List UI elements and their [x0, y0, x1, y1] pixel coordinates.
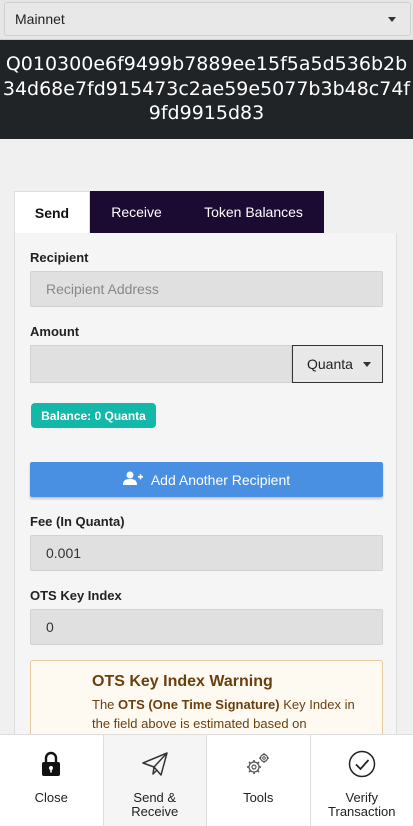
- add-recipient-button[interactable]: Add Another Recipient: [30, 462, 383, 497]
- ots-label: OTS Key Index: [30, 588, 122, 603]
- network-bar: Mainnet: [0, 0, 413, 40]
- gears-icon: [244, 749, 272, 779]
- amount-input[interactable]: [30, 345, 292, 383]
- tab-send[interactable]: Send: [14, 191, 90, 233]
- nav-tools-label: Tools: [243, 790, 274, 805]
- unit-dropdown-label: Quanta: [307, 356, 353, 372]
- ots-input[interactable]: 0: [30, 609, 383, 645]
- unit-dropdown[interactable]: Quanta: [292, 345, 383, 383]
- paper-plane-icon: [141, 749, 169, 779]
- recipient-label: Recipient: [30, 250, 89, 265]
- tab-token-balances[interactable]: Token Balances: [183, 191, 324, 233]
- nav-send-receive[interactable]: Send & Receive: [103, 735, 207, 826]
- nav-close-label: Close: [34, 790, 68, 805]
- add-recipient-label: Add Another Recipient: [150, 471, 291, 488]
- warning-text: The OTS (One Time Signature) Key Index i…: [92, 695, 372, 733]
- chevron-down-icon: [388, 17, 396, 22]
- warning-title: OTS Key Index Warning: [92, 673, 273, 690]
- fee-label: Fee (In Quanta): [30, 514, 125, 529]
- check-circle-icon: [348, 749, 376, 779]
- warning-text-prefix: The: [92, 697, 119, 712]
- lock-icon: [41, 749, 61, 779]
- warning-text-bold: OTS (One Time Signature): [118, 697, 280, 712]
- bottom-nav: Close Send & Receive Tools Verify Transa…: [0, 734, 413, 826]
- add-user-icon: [122, 471, 143, 488]
- tab-bar: Send Receive Token Balances: [14, 191, 324, 233]
- nav-close[interactable]: Close: [0, 735, 104, 826]
- nav-send-receive-label: Send & Receive: [131, 790, 179, 819]
- recipient-input[interactable]: Recipient Address: [30, 271, 383, 307]
- network-select[interactable]: Mainnet: [4, 2, 411, 36]
- nav-verify-transaction[interactable]: Verify Transaction: [311, 735, 413, 826]
- tab-receive[interactable]: Receive: [90, 191, 183, 233]
- amount-label: Amount: [30, 324, 80, 339]
- chevron-down-icon: [363, 362, 371, 367]
- amount-row: Quanta: [30, 345, 383, 383]
- fee-input[interactable]: 0.001: [30, 535, 383, 571]
- nav-verify-transaction-label: Verify Transaction: [328, 790, 396, 819]
- wallet-address: Q010300e6f9499b7889ee15f5a5d536b2b34d68e…: [0, 40, 413, 139]
- nav-tools[interactable]: Tools: [207, 735, 311, 826]
- balance-badge: Balance: 0 Quanta: [31, 403, 156, 428]
- send-form: Recipient Recipient Address Amount Quant…: [14, 233, 397, 770]
- network-select-value: Mainnet: [15, 11, 65, 27]
